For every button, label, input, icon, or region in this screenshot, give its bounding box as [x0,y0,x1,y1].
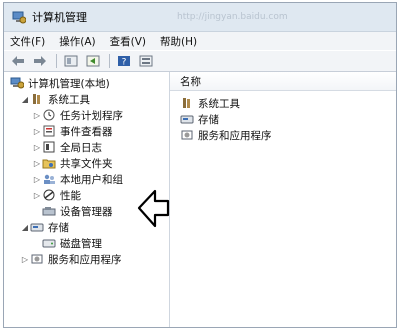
tree-item-performance[interactable]: ▷ 性能 [32,188,81,202]
disk-icon [42,239,56,248]
tree-item-event-viewer[interactable]: ▷ 事件查看器 [32,124,113,138]
storage-icon [30,223,44,232]
expand-arrow-icon[interactable]: ▷ [32,191,42,200]
tree-item-storage[interactable]: ◢ 存储 [20,220,69,234]
users-icon [44,174,55,184]
toolbar-separator [56,54,57,68]
toolbar-separator [109,54,110,68]
tree-label: 服务和应用程序 [48,253,122,266]
menu-bar: 文件(F) 操作(A) 查看(V) 帮助(H) [4,32,396,50]
tree-label: 计算机管理(本地) [28,77,110,90]
pointer-arrow-icon [137,189,170,228]
watermark-text: http://jingyan.baidu.com [177,12,288,22]
computer-management-icon [10,77,24,89]
tree-item-device-manager[interactable]: 设备管理器 [42,204,113,218]
tree-item-local-users[interactable]: ▷ 本地用户和组 [32,172,123,186]
services-icon [181,130,193,140]
title-bar[interactable]: 计算机管理 http://jingyan.baidu.com [4,3,396,32]
tree-item-task-scheduler[interactable]: ▷ 任务计划程序 [32,108,123,122]
tools-icon [183,98,190,108]
tree-label: 全局日志 [60,141,102,154]
expand-arrow-icon[interactable]: ▷ [32,111,42,120]
event-viewer-icon [43,125,55,137]
toolbar: ? [4,51,396,72]
storage-icon [180,115,194,124]
show-tree-icon[interactable] [85,54,101,68]
window-title: 计算机管理 [32,11,87,24]
properties-icon[interactable] [138,54,154,68]
column-header-label: 名称 [180,75,201,88]
collapse-arrow-icon[interactable]: ◢ [20,223,30,232]
tree-label: 存储 [48,221,69,234]
expand-arrow-icon[interactable]: ▷ [32,175,42,184]
menu-file[interactable]: 文件(F) [10,34,45,49]
tree-label: 任务计划程序 [60,109,123,122]
list-item-label: 系统工具 [198,97,240,110]
menu-help[interactable]: 帮助(H) [160,34,197,49]
tree-item-services-apps[interactable]: ▷ 服务和应用程序 [20,252,122,266]
computer-management-window: 计算机管理 http://jingyan.baidu.com 文件(F) 操作(… [3,2,397,328]
tree-item-global-log[interactable]: ▷ 全局日志 [32,140,102,154]
menu-action[interactable]: 操作(A) [59,34,95,49]
list-item-label: 存储 [198,113,219,126]
device-manager-icon [42,207,56,216]
up-folder-icon[interactable] [63,54,79,68]
shared-folder-icon [42,159,56,169]
menu-view[interactable]: 查看(V) [110,34,146,49]
collapse-arrow-icon[interactable]: ◢ [20,95,30,104]
tree-item-system-tools[interactable]: ◢ 系统工具 [20,92,90,106]
tree-item-root[interactable]: 计算机管理(本地) [10,76,110,90]
tree-label: 本地用户和组 [60,173,123,186]
tree-label: 性能 [60,189,81,202]
svg-text:?: ? [122,58,127,68]
tree-item-disk-management[interactable]: 磁盘管理 [42,236,102,250]
column-header-name[interactable]: 名称 [170,72,396,91]
clock-icon [43,109,55,121]
help-icon[interactable]: ? [116,54,132,68]
list-pane: 名称 系统工具 存储 服务和应用程序 [170,72,396,327]
list-item-label: 服务和应用程序 [198,129,272,142]
log-icon [43,141,55,153]
performance-icon [43,189,55,201]
tools-icon [33,94,40,104]
list-item[interactable]: 服务和应用程序 [180,128,272,142]
forward-icon[interactable] [32,54,48,68]
tree-label: 系统工具 [48,93,90,106]
tree-item-shared-folders[interactable]: ▷ 共享文件夹 [32,156,113,170]
back-icon[interactable] [10,54,26,68]
tree-label: 事件查看器 [60,125,113,138]
expand-arrow-icon[interactable]: ▷ [32,127,42,136]
tree-label: 设备管理器 [60,205,113,218]
expand-arrow-icon[interactable]: ▷ [20,255,30,264]
list-item[interactable]: 存储 [180,112,219,126]
list-item[interactable]: 系统工具 [180,96,240,110]
tree-label: 共享文件夹 [60,157,113,170]
expand-arrow-icon[interactable]: ▷ [32,159,42,168]
expand-arrow-icon[interactable]: ▷ [32,143,42,152]
tree-label: 磁盘管理 [60,237,102,250]
computer-management-icon [12,11,26,24]
services-icon [31,254,43,264]
